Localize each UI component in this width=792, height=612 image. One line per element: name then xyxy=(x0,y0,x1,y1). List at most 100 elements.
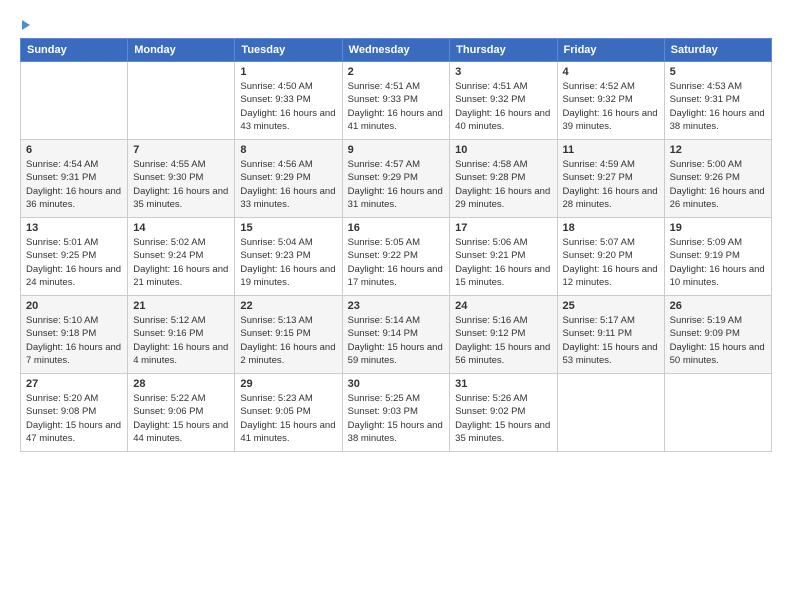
logo xyxy=(20,18,30,30)
day-number: 14 xyxy=(133,222,229,234)
day-detail: Sunrise: 5:16 AM Sunset: 9:12 PM Dayligh… xyxy=(455,314,551,367)
day-detail: Sunrise: 4:51 AM Sunset: 9:32 PM Dayligh… xyxy=(455,80,551,133)
weekday-header-wednesday: Wednesday xyxy=(342,39,450,62)
day-number: 7 xyxy=(133,144,229,156)
logo-triangle-icon xyxy=(22,20,30,30)
day-detail: Sunrise: 4:54 AM Sunset: 9:31 PM Dayligh… xyxy=(26,158,122,211)
calendar-cell: 11 Sunrise: 4:59 AM Sunset: 9:27 PM Dayli… xyxy=(557,140,664,218)
day-detail: Sunrise: 5:17 AM Sunset: 9:11 PM Dayligh… xyxy=(563,314,659,367)
weekday-header-tuesday: Tuesday xyxy=(235,39,342,62)
day-number: 29 xyxy=(240,378,336,390)
day-detail: Sunrise: 5:10 AM Sunset: 9:18 PM Dayligh… xyxy=(26,314,122,367)
calendar-cell: 17 Sunrise: 5:06 AM Sunset: 9:21 PM Dayli… xyxy=(450,218,557,296)
week-row-5: 27Sunrise: 5:20 AM Sunset: 9:08 PM Dayli… xyxy=(21,374,772,452)
weekday-header-thursday: Thursday xyxy=(450,39,557,62)
calendar-header: SundayMondayTuesdayWednesdayThursdayFrid… xyxy=(21,39,772,62)
day-number: 31 xyxy=(455,378,551,390)
day-number: 3 xyxy=(455,66,551,78)
day-number: 22 xyxy=(240,300,336,312)
day-number: 13 xyxy=(26,222,122,234)
weekday-header-friday: Friday xyxy=(557,39,664,62)
calendar-cell xyxy=(128,62,235,140)
day-detail: Sunrise: 5:22 AM Sunset: 9:06 PM Dayligh… xyxy=(133,392,229,445)
day-detail: Sunrise: 4:53 AM Sunset: 9:31 PM Dayligh… xyxy=(670,80,766,133)
calendar-cell: 1 Sunrise: 4:50 AM Sunset: 9:33 PM Daylig… xyxy=(235,62,342,140)
calendar-cell: 6 Sunrise: 4:54 AM Sunset: 9:31 PM Daylig… xyxy=(21,140,128,218)
calendar-cell: 28 Sunrise: 5:22 AM Sunset: 9:06 PM Dayli… xyxy=(128,374,235,452)
calendar-cell: 20 Sunrise: 5:10 AM Sunset: 9:18 PM Dayli… xyxy=(21,296,128,374)
day-detail: Sunrise: 5:19 AM Sunset: 9:09 PM Dayligh… xyxy=(670,314,766,367)
calendar-cell: 10Sunrise: 4:58 AM Sunset: 9:28 PM Dayli… xyxy=(450,140,557,218)
calendar-cell: 16 Sunrise: 5:05 AM Sunset: 9:22 PM Dayli… xyxy=(342,218,450,296)
calendar-cell: 30Sunrise: 5:25 AM Sunset: 9:03 PM Dayli… xyxy=(342,374,450,452)
day-detail: Sunrise: 5:06 AM Sunset: 9:21 PM Dayligh… xyxy=(455,236,551,289)
day-detail: Sunrise: 4:59 AM Sunset: 9:27 PM Dayligh… xyxy=(563,158,659,211)
weekday-header-row: SundayMondayTuesdayWednesdayThursdayFrid… xyxy=(21,39,772,62)
calendar-cell: 26Sunrise: 5:19 AM Sunset: 9:09 PM Dayli… xyxy=(664,296,771,374)
day-detail: Sunrise: 5:14 AM Sunset: 9:14 PM Dayligh… xyxy=(348,314,445,367)
week-row-2: 6 Sunrise: 4:54 AM Sunset: 9:31 PM Daylig… xyxy=(21,140,772,218)
week-row-3: 13 Sunrise: 5:01 AM Sunset: 9:25 PM Dayli… xyxy=(21,218,772,296)
calendar-cell: 8 Sunrise: 4:56 AM Sunset: 9:29 PM Daylig… xyxy=(235,140,342,218)
calendar-cell: 5 Sunrise: 4:53 AM Sunset: 9:31 PM Daylig… xyxy=(664,62,771,140)
weekday-header-sunday: Sunday xyxy=(21,39,128,62)
day-number: 4 xyxy=(563,66,659,78)
day-number: 18 xyxy=(563,222,659,234)
day-number: 5 xyxy=(670,66,766,78)
day-detail: Sunrise: 5:07 AM Sunset: 9:20 PM Dayligh… xyxy=(563,236,659,289)
calendar-cell: 4 Sunrise: 4:52 AM Sunset: 9:32 PM Daylig… xyxy=(557,62,664,140)
day-detail: Sunrise: 4:52 AM Sunset: 9:32 PM Dayligh… xyxy=(563,80,659,133)
calendar-body: 1 Sunrise: 4:50 AM Sunset: 9:33 PM Daylig… xyxy=(21,62,772,452)
day-number: 12 xyxy=(670,144,766,156)
page: SundayMondayTuesdayWednesdayThursdayFrid… xyxy=(0,0,792,612)
day-number: 27 xyxy=(26,378,122,390)
day-detail: Sunrise: 5:01 AM Sunset: 9:25 PM Dayligh… xyxy=(26,236,122,289)
calendar-cell: 12Sunrise: 5:00 AM Sunset: 9:26 PM Dayli… xyxy=(664,140,771,218)
header xyxy=(20,18,772,30)
day-detail: Sunrise: 5:09 AM Sunset: 9:19 PM Dayligh… xyxy=(670,236,766,289)
calendar-cell: 9 Sunrise: 4:57 AM Sunset: 9:29 PM Daylig… xyxy=(342,140,450,218)
day-number: 11 xyxy=(563,144,659,156)
day-detail: Sunrise: 4:56 AM Sunset: 9:29 PM Dayligh… xyxy=(240,158,336,211)
day-detail: Sunrise: 4:58 AM Sunset: 9:28 PM Dayligh… xyxy=(455,158,551,211)
day-number: 8 xyxy=(240,144,336,156)
calendar-cell: 22Sunrise: 5:13 AM Sunset: 9:15 PM Dayli… xyxy=(235,296,342,374)
day-detail: Sunrise: 5:12 AM Sunset: 9:16 PM Dayligh… xyxy=(133,314,229,367)
calendar-cell xyxy=(21,62,128,140)
calendar-cell: 21Sunrise: 5:12 AM Sunset: 9:16 PM Dayli… xyxy=(128,296,235,374)
calendar-cell: 3 Sunrise: 4:51 AM Sunset: 9:32 PM Daylig… xyxy=(450,62,557,140)
calendar-cell: 29 Sunrise: 5:23 AM Sunset: 9:05 PM Dayli… xyxy=(235,374,342,452)
day-detail: Sunrise: 5:05 AM Sunset: 9:22 PM Dayligh… xyxy=(348,236,445,289)
day-number: 1 xyxy=(240,66,336,78)
calendar-cell: 2Sunrise: 4:51 AM Sunset: 9:33 PM Daylig… xyxy=(342,62,450,140)
day-number: 30 xyxy=(348,378,445,390)
day-number: 6 xyxy=(26,144,122,156)
calendar-cell: 13 Sunrise: 5:01 AM Sunset: 9:25 PM Dayli… xyxy=(21,218,128,296)
day-detail: Sunrise: 5:23 AM Sunset: 9:05 PM Dayligh… xyxy=(240,392,336,445)
day-number: 28 xyxy=(133,378,229,390)
calendar-cell: 25 Sunrise: 5:17 AM Sunset: 9:11 PM Dayli… xyxy=(557,296,664,374)
calendar-cell: 7Sunrise: 4:55 AM Sunset: 9:30 PM Daylig… xyxy=(128,140,235,218)
day-detail: Sunrise: 5:02 AM Sunset: 9:24 PM Dayligh… xyxy=(133,236,229,289)
day-number: 20 xyxy=(26,300,122,312)
calendar-cell: 23Sunrise: 5:14 AM Sunset: 9:14 PM Dayli… xyxy=(342,296,450,374)
day-number: 16 xyxy=(348,222,445,234)
day-number: 17 xyxy=(455,222,551,234)
day-detail: Sunrise: 4:50 AM Sunset: 9:33 PM Dayligh… xyxy=(240,80,336,133)
day-number: 25 xyxy=(563,300,659,312)
calendar-cell: 14 Sunrise: 5:02 AM Sunset: 9:24 PM Dayli… xyxy=(128,218,235,296)
day-number: 19 xyxy=(670,222,766,234)
calendar-cell xyxy=(664,374,771,452)
day-detail: Sunrise: 5:26 AM Sunset: 9:02 PM Dayligh… xyxy=(455,392,551,445)
calendar: SundayMondayTuesdayWednesdayThursdayFrid… xyxy=(20,38,772,452)
day-number: 24 xyxy=(455,300,551,312)
day-detail: Sunrise: 4:57 AM Sunset: 9:29 PM Dayligh… xyxy=(348,158,445,211)
weekday-header-saturday: Saturday xyxy=(664,39,771,62)
calendar-cell: 19 Sunrise: 5:09 AM Sunset: 9:19 PM Dayli… xyxy=(664,218,771,296)
day-number: 9 xyxy=(348,144,445,156)
day-detail: Sunrise: 5:04 AM Sunset: 9:23 PM Dayligh… xyxy=(240,236,336,289)
calendar-cell: 31 Sunrise: 5:26 AM Sunset: 9:02 PM Dayli… xyxy=(450,374,557,452)
calendar-cell: 18 Sunrise: 5:07 AM Sunset: 9:20 PM Dayli… xyxy=(557,218,664,296)
day-number: 2 xyxy=(348,66,445,78)
day-number: 15 xyxy=(240,222,336,234)
